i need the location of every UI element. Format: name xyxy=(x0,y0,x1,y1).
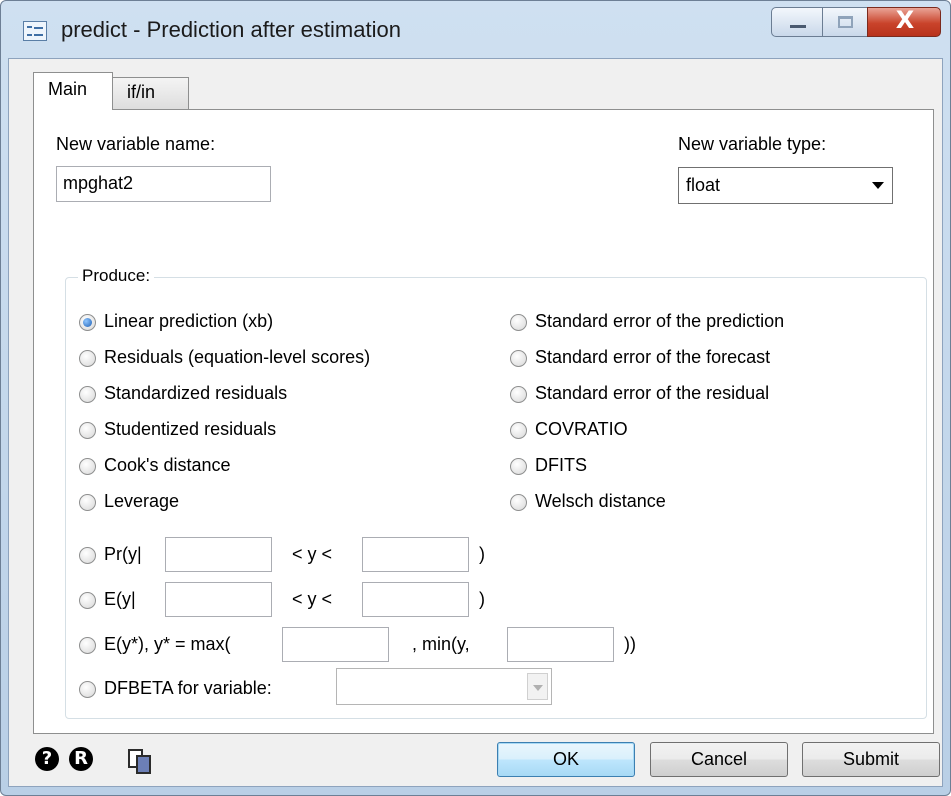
radio-dfits[interactable] xyxy=(510,458,527,475)
help-icon[interactable]: ? xyxy=(35,747,59,771)
ystar-close-paren: )) xyxy=(624,634,636,654)
radio-linear-prediction[interactable] xyxy=(79,314,96,331)
radio-label-residuals[interactable]: Residuals (equation-level scores) xyxy=(104,347,370,368)
new-variable-type-select[interactable]: float xyxy=(678,167,893,204)
cancel-button[interactable]: Cancel xyxy=(650,742,788,777)
dropdown-arrow-icon xyxy=(872,182,884,189)
radio-standardized-residuals[interactable] xyxy=(79,386,96,403)
ystar-label: E(y*), y* = max( xyxy=(104,634,231,654)
radio-ey-interval[interactable] xyxy=(79,592,96,609)
pr-upper-bound-input[interactable] xyxy=(362,537,469,572)
radio-se-forecast[interactable] xyxy=(510,350,527,367)
radio-pr-interval[interactable] xyxy=(79,547,96,564)
radio-label-cooks-distance[interactable]: Cook's distance xyxy=(104,455,231,476)
ey-close-paren: ) xyxy=(479,589,485,609)
radio-se-prediction[interactable] xyxy=(510,314,527,331)
radio-residuals[interactable] xyxy=(79,350,96,367)
ystar-min-input[interactable] xyxy=(507,627,614,662)
radio-label-linear-prediction[interactable]: Linear prediction (xb) xyxy=(104,311,273,332)
ok-button[interactable]: OK xyxy=(497,742,635,777)
radio-label-covratio[interactable]: COVRATIO xyxy=(535,419,628,440)
radio-dfbeta[interactable] xyxy=(79,681,96,698)
radio-label-studentized-residuals[interactable]: Studentized residuals xyxy=(104,419,276,440)
new-variable-type-label: New variable type: xyxy=(678,134,827,154)
pr-close-paren: ) xyxy=(479,544,485,564)
variable-type-value: float xyxy=(686,175,721,195)
dialog-icon xyxy=(23,21,47,41)
ey-label: E(y| xyxy=(104,589,136,609)
minimize-icon xyxy=(790,25,806,28)
close-button[interactable]: X xyxy=(867,6,941,37)
radio-covratio[interactable] xyxy=(510,422,527,439)
maximize-icon xyxy=(838,16,853,28)
ey-upper-bound-input[interactable] xyxy=(362,582,469,617)
pr-label: Pr(y| xyxy=(104,544,142,564)
ystar-max-input[interactable] xyxy=(282,627,389,662)
dialog-client-area: Main if/in New variable name: mpghat2 Ne… xyxy=(8,58,943,787)
radio-welsch-distance[interactable] xyxy=(510,494,527,511)
dfbeta-label: DFBETA for variable: xyxy=(104,678,272,698)
title-bar[interactable]: predict - Prediction after estimation X xyxy=(1,1,950,59)
ey-lower-bound-input[interactable] xyxy=(165,582,272,617)
tab-if-in[interactable]: if/in xyxy=(112,77,189,111)
new-variable-name-input[interactable]: mpghat2 xyxy=(56,166,271,202)
radio-label-dfits[interactable]: DFITS xyxy=(535,455,587,476)
radio-label-leverage[interactable]: Leverage xyxy=(104,491,179,512)
maximize-button[interactable] xyxy=(822,7,868,37)
copy-command-icon[interactable] xyxy=(128,749,154,775)
radio-leverage[interactable] xyxy=(79,494,96,511)
dfbeta-variable-select[interactable] xyxy=(336,668,552,705)
radio-ystar[interactable] xyxy=(79,637,96,654)
radio-label-se-residual[interactable]: Standard error of the residual xyxy=(535,383,769,404)
dropdown-arrow-icon xyxy=(527,673,548,700)
radio-se-residual[interactable] xyxy=(510,386,527,403)
dialog-window: predict - Prediction after estimation X … xyxy=(0,0,951,796)
radio-studentized-residuals[interactable] xyxy=(79,422,96,439)
ystar-min-label: , min(y, xyxy=(412,634,470,654)
radio-label-welsch-distance[interactable]: Welsch distance xyxy=(535,491,666,512)
radio-cooks-distance[interactable] xyxy=(79,458,96,475)
radio-label-standardized-residuals[interactable]: Standardized residuals xyxy=(104,383,287,404)
pr-lower-bound-input[interactable] xyxy=(165,537,272,572)
radio-label-se-forecast[interactable]: Standard error of the forecast xyxy=(535,347,770,368)
close-icon: X xyxy=(895,6,915,34)
pr-range-label: < y < xyxy=(292,544,333,564)
window-title: predict - Prediction after estimation xyxy=(61,17,401,42)
reset-icon[interactable]: R xyxy=(69,747,93,771)
main-tab-panel: New variable name: mpghat2 New variable … xyxy=(33,109,934,734)
new-variable-name-label: New variable name: xyxy=(56,134,216,154)
submit-button[interactable]: Submit xyxy=(802,742,940,777)
radio-label-se-prediction[interactable]: Standard error of the prediction xyxy=(535,311,784,332)
ey-range-label: < y < xyxy=(292,589,333,609)
minimize-button[interactable] xyxy=(771,7,823,37)
produce-group-title: Produce: xyxy=(78,266,155,286)
tab-main[interactable]: Main xyxy=(33,72,113,110)
